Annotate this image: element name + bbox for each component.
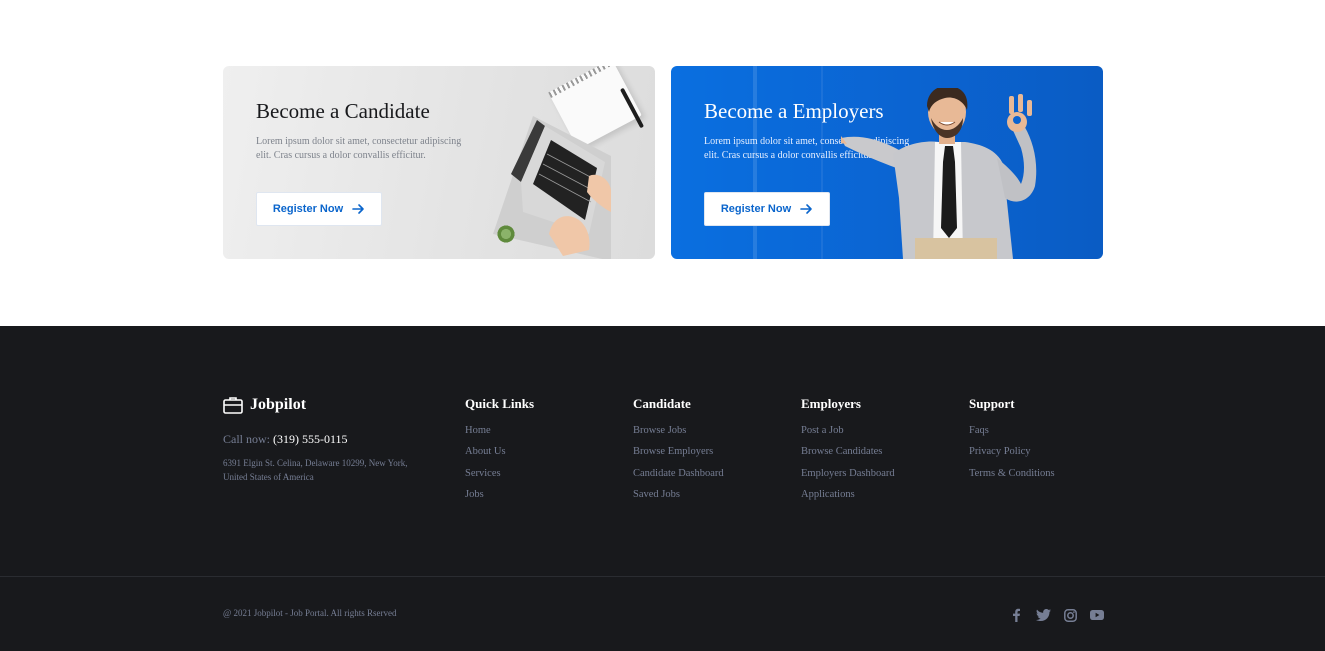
footer-link-services[interactable]: Services (465, 463, 534, 484)
twitter-icon[interactable] (1035, 607, 1051, 623)
instagram-icon[interactable] (1062, 607, 1078, 623)
candidate-card-title: Become a Candidate (256, 99, 430, 123)
footer-link-privacy-policy[interactable]: Privacy Policy (969, 441, 1055, 462)
footer-link-applications[interactable]: Applications (801, 484, 895, 505)
footer-divider (0, 576, 1325, 577)
footer-link-about-us[interactable]: About Us (465, 441, 534, 462)
candidate-register-button[interactable]: Register Now (256, 192, 382, 226)
footer-link-jobs[interactable]: Jobs (465, 484, 534, 505)
businessman-illustration (841, 88, 1037, 259)
arrow-right-icon (800, 204, 812, 214)
candidate-card-description: Lorem ipsum dolor sit amet, consectetur … (256, 136, 462, 161)
column-heading: Support (969, 396, 1015, 411)
call-label: Call now: (223, 432, 270, 446)
footer-brand[interactable]: Jobpilot (223, 396, 306, 414)
footer-link-browse-candidates[interactable]: Browse Candidates (801, 441, 895, 462)
footer-link-candidate-dashboard[interactable]: Candidate Dashboard (633, 463, 724, 484)
footer-link-terms-conditions[interactable]: Terms & Conditions (969, 463, 1055, 484)
footer-link-post-a-job[interactable]: Post a Job (801, 420, 895, 441)
candidate-register-label: Register Now (272, 203, 344, 215)
employer-register-label: Register Now (720, 203, 792, 215)
become-employer-card: Become a Employers Lorem ipsum dolor sit… (671, 66, 1103, 259)
footer-link-browse-jobs[interactable]: Browse Jobs (633, 420, 724, 441)
footer-link-browse-employers[interactable]: Browse Employers (633, 441, 724, 462)
support-column: Support Faqs Privacy Policy Terms & Cond… (969, 396, 1055, 484)
footer-link-home[interactable]: Home (465, 420, 534, 441)
brand-name: Jobpilot (250, 396, 307, 413)
register-cards-section: Become a Candidate Lorem ipsum dolor sit… (223, 66, 1103, 259)
footer-link-saved-jobs[interactable]: Saved Jobs (633, 484, 724, 505)
employers-column: Employers Post a Job Browse Candidates E… (801, 396, 895, 505)
footer-link-employers-dashboard[interactable]: Employers Dashboard (801, 463, 895, 484)
column-heading: Candidate (633, 396, 691, 411)
arrow-right-icon (352, 204, 364, 214)
plant-illustration (496, 224, 516, 244)
footer-link-faqs[interactable]: Faqs (969, 420, 1055, 441)
site-footer: Jobpilot Call now: (319) 555-0115 6391 E… (0, 326, 1325, 651)
quick-links-column: Quick Links Home About Us Services Jobs (465, 396, 534, 505)
employer-register-button[interactable]: Register Now (704, 192, 830, 226)
address: 6391 Elgin St. Celina, Delaware 10299, N… (223, 458, 408, 482)
briefcase-icon (223, 397, 243, 414)
phone-number[interactable]: (319) 555-0115 (273, 432, 348, 446)
column-heading: Employers (801, 396, 861, 411)
column-heading: Quick Links (465, 396, 535, 411)
copyright: @ 2021 Jobpilot - Job Portal. All rights… (223, 608, 397, 618)
facebook-icon[interactable] (1008, 607, 1024, 623)
social-links (1008, 607, 1105, 623)
become-candidate-card: Become a Candidate Lorem ipsum dolor sit… (223, 66, 655, 259)
candidate-column: Candidate Browse Jobs Browse Employers C… (633, 396, 724, 505)
call-now: Call now: (319) 555-0115 (223, 432, 348, 447)
youtube-icon[interactable] (1089, 607, 1105, 623)
